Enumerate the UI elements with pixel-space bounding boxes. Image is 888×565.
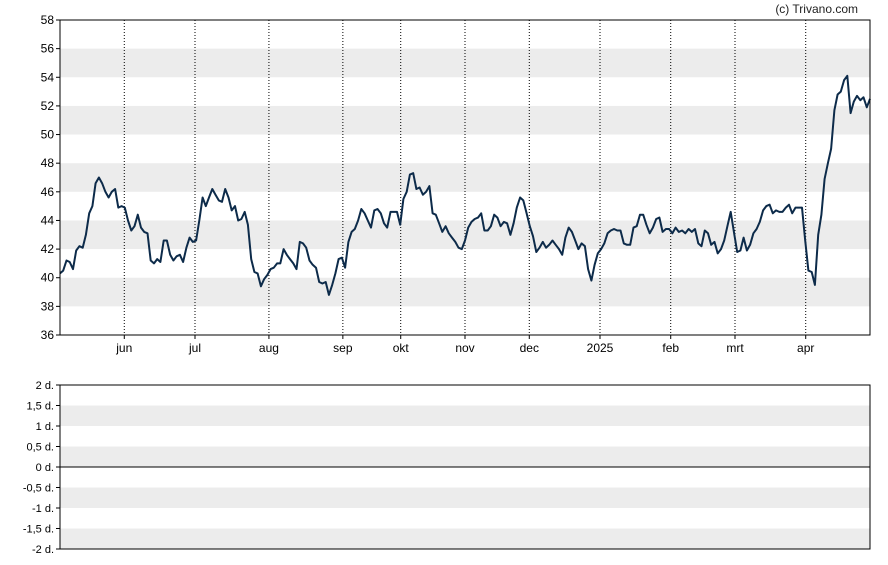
y-tick-label: 36 [41, 328, 55, 342]
y-tick-label: -0,5 d. [23, 483, 54, 495]
x-tick-label: mrt [726, 341, 744, 355]
x-tick-label: feb [662, 341, 679, 355]
price-chart: 36 38 40 42 44 46 48 50 52 54 56 58 jun jul aug sep okt… [23, 13, 871, 556]
y-tick-label: 1,5 d. [26, 401, 54, 413]
volume-chart-band [60, 405, 870, 426]
x-tick-label: okt [393, 341, 410, 355]
chart-stage: 36 38 40 42 44 46 48 50 52 54 56 58 jun jul aug sep okt… [0, 0, 888, 565]
y-tick-label: -1 d. [32, 503, 54, 515]
y-tick-label: 58 [41, 13, 55, 27]
x-tick-label: dec [520, 341, 539, 355]
y-tick-label: 44 [41, 213, 55, 227]
x-tick-label: jun [115, 341, 132, 355]
y-tick-label: 50 [41, 128, 55, 142]
y-tick-label: 0,5 d. [26, 442, 54, 454]
y-tick-label: 54 [41, 70, 55, 84]
y-tick-label: 56 [41, 42, 55, 56]
x-tick-label: 2025 [587, 341, 614, 355]
price-chart-y-axis: 36 38 40 42 44 46 48 50 52 54 56 58 [41, 13, 60, 342]
x-tick-label: aug [259, 341, 279, 355]
y-tick-label: 40 [41, 271, 55, 285]
y-tick-label: 46 [41, 185, 55, 199]
x-tick-label: jul [188, 341, 201, 355]
x-tick-label: nov [455, 341, 474, 355]
price-chart-bands [60, 48, 870, 307]
volume-chart-band [60, 446, 870, 467]
credit-label: (c) Trivano.com [775, 2, 858, 16]
y-tick-label: 0 d. [36, 462, 54, 474]
y-tick-label: 1 d. [36, 421, 54, 433]
volume-chart-bands [60, 405, 870, 549]
y-tick-label: -1,5 d. [23, 524, 54, 536]
x-tick-label: sep [333, 341, 353, 355]
price-chart-x-axis: jun jul aug sep okt nov dec 2025 feb mrt apr [115, 335, 814, 355]
volume-chart-band [60, 528, 870, 549]
y-tick-label: 48 [41, 156, 55, 170]
y-tick-label: 2 d. [36, 380, 54, 392]
y-tick-label: 52 [41, 99, 55, 113]
y-tick-label: 38 [41, 299, 55, 313]
x-tick-label: apr [797, 341, 814, 355]
y-tick-label: 42 [41, 242, 55, 256]
volume-chart-band [60, 487, 870, 508]
volume-chart-y-axis: 2 d. 1,5 d. 1 d. 0,5 d. 0 d. -0,5 d. -1 d. -1,5… [23, 380, 60, 556]
y-tick-label: -2 d. [32, 544, 54, 556]
